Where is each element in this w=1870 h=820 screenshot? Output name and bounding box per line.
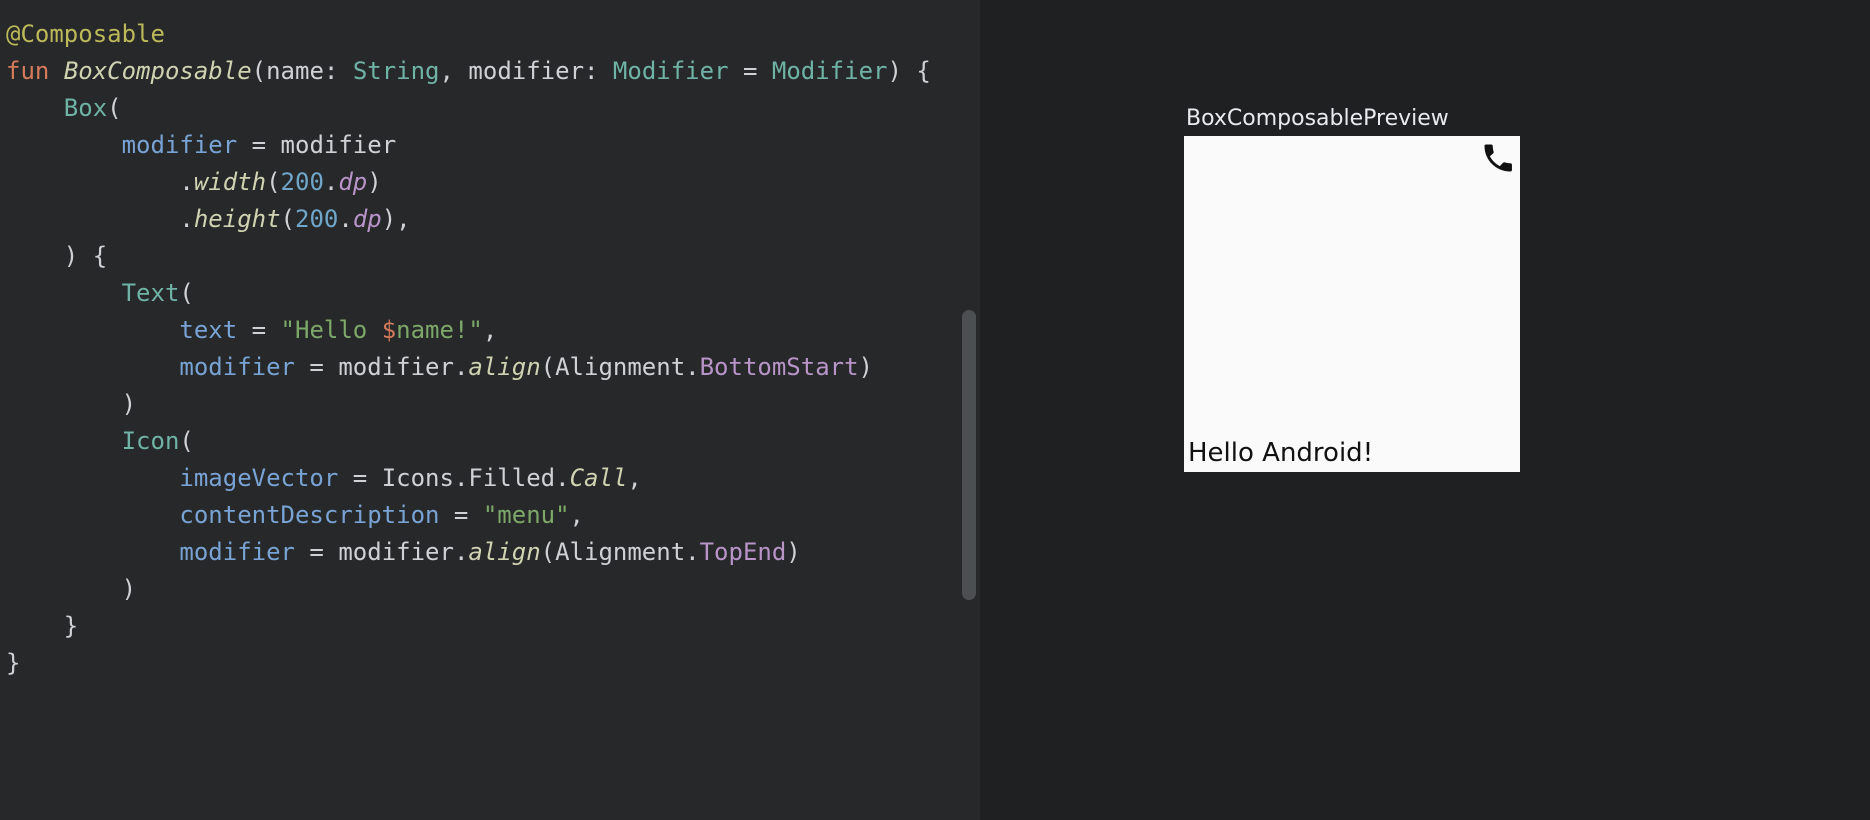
call-icon bbox=[1480, 140, 1516, 176]
call-icon: Icon bbox=[122, 427, 180, 455]
call-box: Box bbox=[64, 94, 107, 122]
code-editor[interactable]: @Composable fun BoxComposable(name: Stri… bbox=[0, 0, 980, 820]
preview-text: Hello Android! bbox=[1188, 438, 1373, 468]
editor-scrollbar[interactable] bbox=[962, 310, 976, 600]
ide-window: @Composable fun BoxComposable(name: Stri… bbox=[0, 0, 1870, 820]
preview-title: BoxComposablePreview bbox=[1186, 106, 1449, 131]
code-content[interactable]: @Composable fun BoxComposable(name: Stri… bbox=[6, 16, 980, 682]
annotation-composable: @Composable bbox=[6, 20, 165, 48]
keyword-fun: fun bbox=[6, 57, 49, 85]
function-name: BoxComposable bbox=[64, 57, 252, 85]
call-text: Text bbox=[122, 279, 180, 307]
preview-pane: BoxComposablePreview Hello Android! bbox=[980, 0, 1870, 820]
preview-composable-box: Hello Android! bbox=[1184, 136, 1520, 472]
